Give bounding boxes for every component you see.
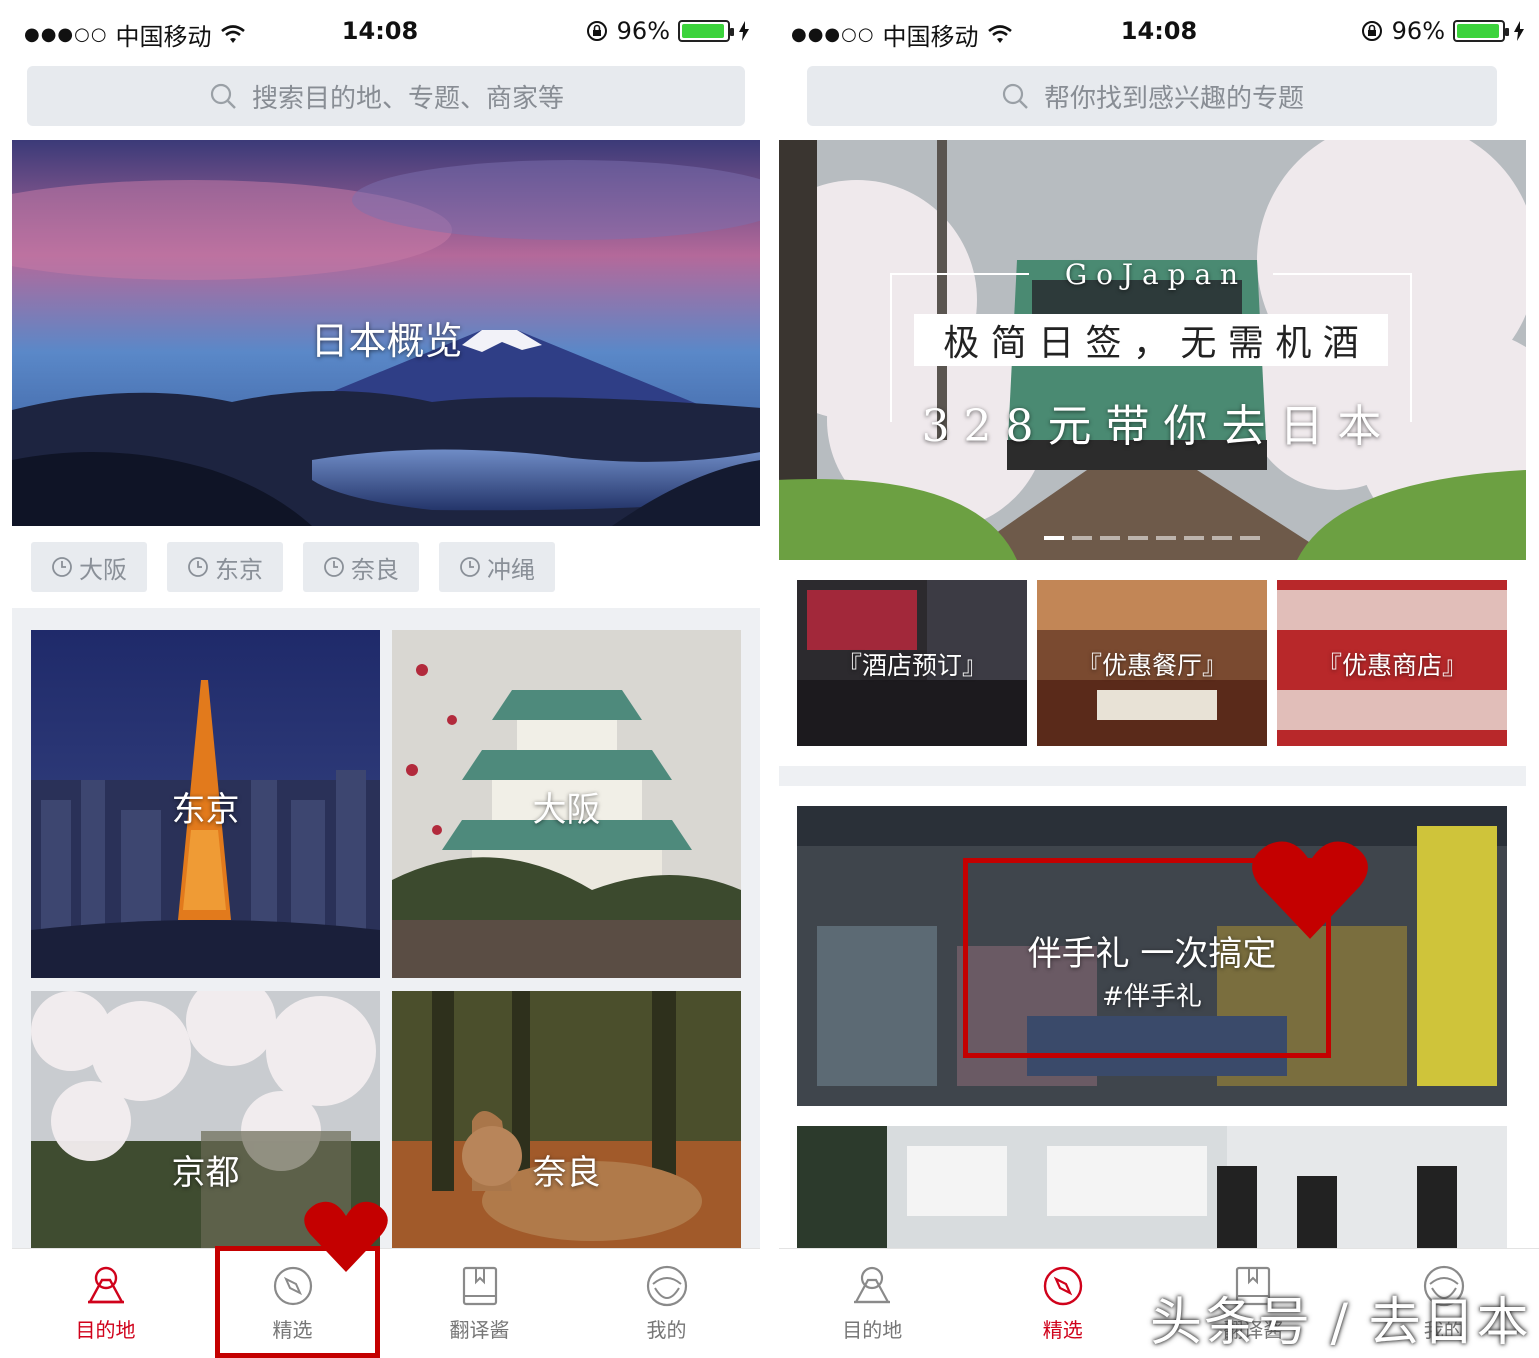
tab-profile[interactable]: 我的	[573, 1249, 760, 1358]
banner-headline: 极 简 日 签 ， 无 需 机 酒	[914, 314, 1388, 366]
tab-destination[interactable]: 目的地	[12, 1249, 199, 1358]
search-bar[interactable]: 帮你找到感兴趣的专题	[807, 66, 1497, 126]
battery-icon	[1453, 20, 1509, 42]
nara-deer-photo	[392, 991, 741, 1248]
status-bar: ●●●○○ 中国移动 14:08 96%	[0, 0, 760, 64]
search-bar[interactable]: 搜索目的地、专题、商家等	[27, 66, 745, 126]
charging-icon	[1514, 21, 1524, 41]
tab-translator[interactable]: 翻译酱	[386, 1249, 573, 1358]
hero-title: 日本概览	[310, 319, 463, 363]
chip-label: 大阪	[79, 555, 127, 584]
city-card-tokyo[interactable]: 东京	[31, 630, 380, 978]
category-restaurant-deals[interactable]: 『优惠餐厅』	[1037, 580, 1267, 746]
tab-label: 精选	[1042, 1318, 1083, 1342]
watermark-text: 头条号 / 去日本	[1150, 1293, 1531, 1353]
tab-label: 目的地	[75, 1318, 136, 1342]
heart-icon	[304, 1201, 388, 1272]
feature-card-apparel[interactable]	[797, 1126, 1507, 1248]
screenshot-stage: ●●●○○ 中国移动 14:08 96% 搜索目的地、专题、商家等 日本概览 大…	[0, 0, 1539, 1358]
city-name: 京都	[171, 1153, 240, 1193]
clock-icon	[188, 557, 208, 577]
phone-destination-screen: ●●●○○ 中国移动 14:08 96% 搜索目的地、专题、商家等 日本概览 大…	[0, 0, 760, 1358]
face-icon	[646, 1265, 687, 1307]
category-label: 『酒店预订』	[836, 651, 987, 680]
chip-tokyo[interactable]: 东京	[167, 542, 283, 592]
chip-nara[interactable]: 奈良	[303, 542, 419, 592]
status-right: 96%	[1360, 17, 1525, 45]
mountain-icon	[87, 1266, 124, 1304]
apparel-store-photo	[797, 1126, 1507, 1248]
tab-destination[interactable]: 目的地	[779, 1249, 968, 1358]
compass-icon	[1043, 1266, 1082, 1306]
search-placeholder: 帮你找到感兴趣的专题	[1043, 83, 1304, 114]
city-name: 奈良	[532, 1153, 601, 1193]
chip-label: 奈良	[351, 555, 399, 584]
status-right: 96%	[585, 17, 750, 45]
japan-overview-hero[interactable]: 日本概览	[12, 140, 760, 526]
city-card-osaka[interactable]: 大阪	[392, 630, 741, 978]
clock-icon	[324, 557, 344, 577]
phone-featured-screen: ●●●○○ 中国移动 14:08 96% 帮你找到感兴趣的专题 G o J a …	[779, 0, 1539, 1358]
mountain-icon	[854, 1266, 891, 1304]
rotation-lock-icon	[1361, 21, 1382, 41]
banner-price-line: 3 2 8 元 带 你 去 日 本	[921, 401, 1382, 452]
book-icon	[462, 1266, 497, 1306]
tab-label: 我的	[646, 1318, 687, 1342]
battery-percent: 96%	[1391, 17, 1445, 45]
battery-icon	[678, 20, 734, 42]
category-label: 『优惠餐厅』	[1076, 651, 1227, 680]
city-name: 东京	[171, 790, 240, 830]
rotation-lock-icon	[586, 21, 607, 41]
chip-label: 冲绳	[487, 555, 535, 584]
tab-label: 翻译酱	[449, 1318, 510, 1342]
clock-icon	[52, 557, 72, 577]
chip-osaka[interactable]: 大阪	[31, 542, 147, 592]
featured-banner[interactable]: G o J a p a n 极 简 日 签 ， 无 需 机 酒 3 2 8 元 …	[779, 140, 1526, 560]
carousel-indicator	[779, 536, 1526, 540]
search-icon	[210, 83, 236, 109]
status-bar: ●●●○○ 中国移动 14:08 96%	[779, 0, 1539, 64]
banner-top-text: G o J a p a n	[1064, 258, 1239, 291]
charging-icon	[739, 21, 749, 41]
chip-label: 东京	[215, 555, 263, 584]
clock-icon	[460, 557, 480, 577]
chip-okinawa[interactable]: 冲绳	[439, 542, 555, 592]
battery-percent: 96%	[616, 17, 670, 45]
tab-featured[interactable]: 精选	[968, 1249, 1159, 1358]
tab-label: 目的地	[842, 1318, 903, 1342]
search-icon	[1002, 83, 1028, 109]
search-placeholder: 搜索目的地、专题、商家等	[251, 83, 564, 114]
category-label: 『优惠商店』	[1316, 651, 1467, 680]
category-hotel-booking[interactable]: 『酒店预订』	[797, 580, 1027, 746]
section-divider	[779, 766, 1526, 786]
category-shop-deals[interactable]: 『优惠商店』	[1277, 580, 1507, 746]
city-card-nara[interactable]: 奈良	[392, 991, 741, 1248]
city-name: 大阪	[532, 790, 601, 830]
heart-icon	[1252, 841, 1368, 939]
